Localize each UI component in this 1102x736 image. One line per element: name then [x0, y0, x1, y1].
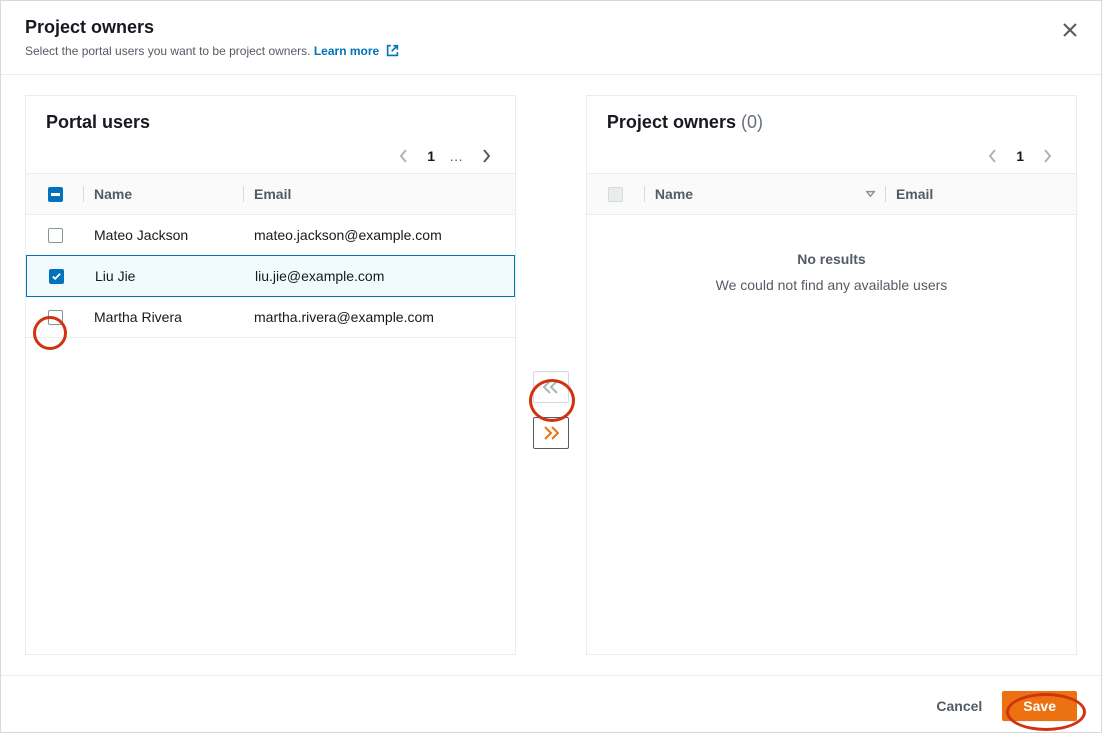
table-row[interactable]: Martha Rivera martha.rivera@example.com [26, 297, 515, 338]
owners-count: (0) [741, 112, 763, 132]
learn-more-link[interactable]: Learn more [314, 44, 399, 58]
portal-users-panel: Portal users 1 … Name Email [25, 95, 516, 655]
project-owners-modal: Project owners Select the portal users y… [0, 0, 1102, 733]
name-column-header[interactable]: Name [84, 174, 244, 214]
modal-subtitle: Select the portal users you want to be p… [25, 44, 1077, 60]
modal-title: Project owners [25, 17, 1077, 38]
portal-users-title: Portal users [46, 112, 495, 133]
cell-email: liu.jie@example.com [245, 256, 514, 296]
cell-name: Liu Jie [85, 256, 245, 296]
table-header-right: Name Email [587, 173, 1076, 215]
transfer-controls [516, 95, 586, 655]
chevron-left-icon [988, 149, 998, 163]
select-all-header [26, 174, 84, 214]
select-all-header [587, 174, 645, 214]
close-icon [1062, 22, 1078, 38]
cell-email: mateo.jackson@example.com [244, 215, 515, 255]
cell-name: Mateo Jackson [84, 215, 244, 255]
pagination-left: 1 … [26, 133, 515, 173]
chevron-right-icon [481, 149, 491, 163]
cancel-button[interactable]: Cancel [932, 690, 986, 722]
modal-header: Project owners Select the portal users y… [1, 1, 1101, 75]
external-link-icon [386, 44, 399, 60]
email-column-header[interactable]: Email [244, 174, 515, 214]
name-column-header[interactable]: Name [645, 174, 886, 214]
cell-email: martha.rivera@example.com [244, 297, 515, 337]
row-checkbox[interactable] [48, 310, 63, 325]
project-owners-title: Project owners (0) [607, 112, 1056, 133]
table-row[interactable]: Mateo Jackson mateo.jackson@example.com [26, 215, 515, 256]
project-owners-panel: Project owners (0) 1 Name [586, 95, 1077, 655]
move-right-button[interactable] [533, 417, 569, 449]
save-button[interactable]: Save [1002, 691, 1077, 721]
select-all-checkbox[interactable] [48, 187, 63, 202]
double-chevron-left-icon [543, 380, 559, 394]
double-chevron-right-icon [543, 426, 559, 440]
page-ellipsis: … [449, 148, 463, 164]
chevron-left-icon [399, 149, 409, 163]
close-button[interactable] [1059, 19, 1081, 41]
prev-page-button[interactable] [395, 147, 413, 165]
pagination-right: 1 [587, 133, 1076, 173]
table-row[interactable]: Liu Jie liu.jie@example.com [26, 255, 515, 297]
modal-footer: Cancel Save [1, 675, 1101, 736]
row-checkbox[interactable] [49, 269, 64, 284]
panel-header-right: Project owners (0) [587, 96, 1076, 133]
panel-header-left: Portal users [26, 96, 515, 133]
move-left-button[interactable] [533, 371, 569, 403]
next-page-button[interactable] [1038, 147, 1056, 165]
table-body-left: Mateo Jackson mateo.jackson@example.com … [26, 215, 515, 338]
page-number[interactable]: 1 [1016, 148, 1024, 164]
no-results-subtitle: We could not find any available users [587, 277, 1076, 293]
no-results-title: No results [587, 251, 1076, 267]
modal-body: Portal users 1 … Name Email [1, 75, 1101, 675]
email-column-header[interactable]: Email [886, 174, 1076, 214]
table-header-left: Name Email [26, 173, 515, 215]
page-number[interactable]: 1 [427, 148, 435, 164]
empty-state: No results We could not find any availab… [587, 215, 1076, 293]
sort-icon [865, 186, 876, 202]
prev-page-button[interactable] [984, 147, 1002, 165]
cell-name: Martha Rivera [84, 297, 244, 337]
row-checkbox[interactable] [48, 228, 63, 243]
next-page-button[interactable] [477, 147, 495, 165]
check-icon [51, 271, 62, 282]
select-all-checkbox [608, 187, 623, 202]
chevron-right-icon [1042, 149, 1052, 163]
